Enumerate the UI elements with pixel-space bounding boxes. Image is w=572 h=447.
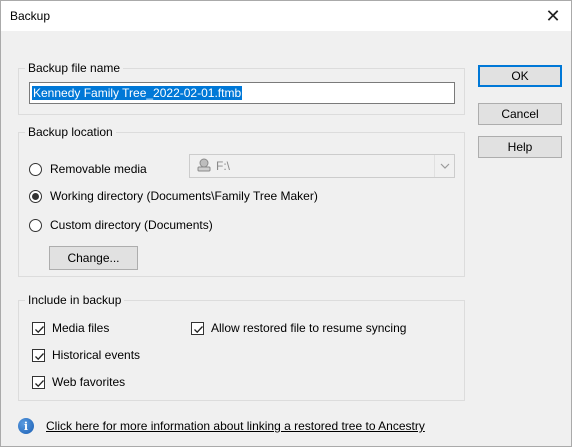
checkbox-allow-resume-syncing[interactable]: Allow restored file to resume syncing	[191, 321, 406, 335]
checkbox[interactable]	[191, 321, 204, 335]
checkbox[interactable]	[32, 375, 45, 389]
drive-value: F:\	[216, 159, 230, 173]
radio-removable-media[interactable]: Removable media	[29, 162, 147, 176]
help-button[interactable]: Help	[478, 136, 562, 158]
radio-button[interactable]	[29, 162, 42, 176]
radio-label: Removable media	[50, 162, 147, 176]
location-group-label: Backup location	[25, 125, 116, 139]
radio-custom-directory[interactable]: Custom directory (Documents)	[29, 218, 213, 232]
chevron-down-icon[interactable]	[434, 155, 454, 177]
include-group-label: Include in backup	[25, 293, 125, 307]
checkbox-media-files[interactable]: Media files	[32, 321, 109, 335]
backup-filename-input[interactable]: Kennedy Family Tree_2022-02-01.ftmb	[29, 82, 455, 104]
checkbox[interactable]	[32, 321, 45, 335]
checkbox-label: Allow restored file to resume syncing	[211, 321, 407, 335]
checkbox-label: Web favorites	[52, 375, 126, 389]
ancestry-info-link[interactable]: Click here for more information about li…	[46, 419, 425, 433]
change-button[interactable]: Change...	[49, 246, 138, 270]
checkbox-web-favorites[interactable]: Web favorites	[32, 375, 125, 389]
cancel-button[interactable]: Cancel	[478, 103, 562, 125]
close-button[interactable]: ✕	[535, 1, 571, 31]
backup-dialog: Backup ✕ Backup file name Kennedy Family…	[0, 0, 572, 447]
radio-label: Working directory (Documents\Family Tree…	[50, 189, 318, 203]
radio-working-directory[interactable]: Working directory (Documents\Family Tree…	[29, 189, 318, 203]
cancel-button-label: Cancel	[501, 107, 539, 121]
radio-button-selected[interactable]	[29, 189, 42, 203]
checkbox-historical-events[interactable]: Historical events	[32, 348, 140, 362]
close-icon: ✕	[545, 6, 561, 26]
filename-value: Kennedy Family Tree_2022-02-01.ftmb	[32, 86, 243, 100]
change-button-label: Change...	[67, 251, 120, 265]
radio-button[interactable]	[29, 218, 42, 232]
radio-label: Custom directory (Documents)	[50, 218, 213, 232]
checkbox[interactable]	[32, 348, 45, 362]
filename-group-label: Backup file name	[25, 61, 124, 75]
help-button-label: Help	[507, 140, 533, 154]
drive-icon	[196, 158, 212, 175]
ok-button-label: OK	[511, 69, 529, 83]
checkbox-label: Media files	[52, 321, 110, 335]
drive-select[interactable]: F:\	[189, 154, 455, 178]
radio-dot	[32, 192, 39, 200]
title-bar: Backup ✕	[1, 1, 571, 31]
ok-button[interactable]: OK	[478, 65, 562, 87]
window-title: Backup	[10, 9, 51, 23]
info-row: i Click here for more information about …	[18, 418, 425, 434]
checkbox-label: Historical events	[52, 348, 141, 362]
info-icon: i	[18, 418, 34, 434]
